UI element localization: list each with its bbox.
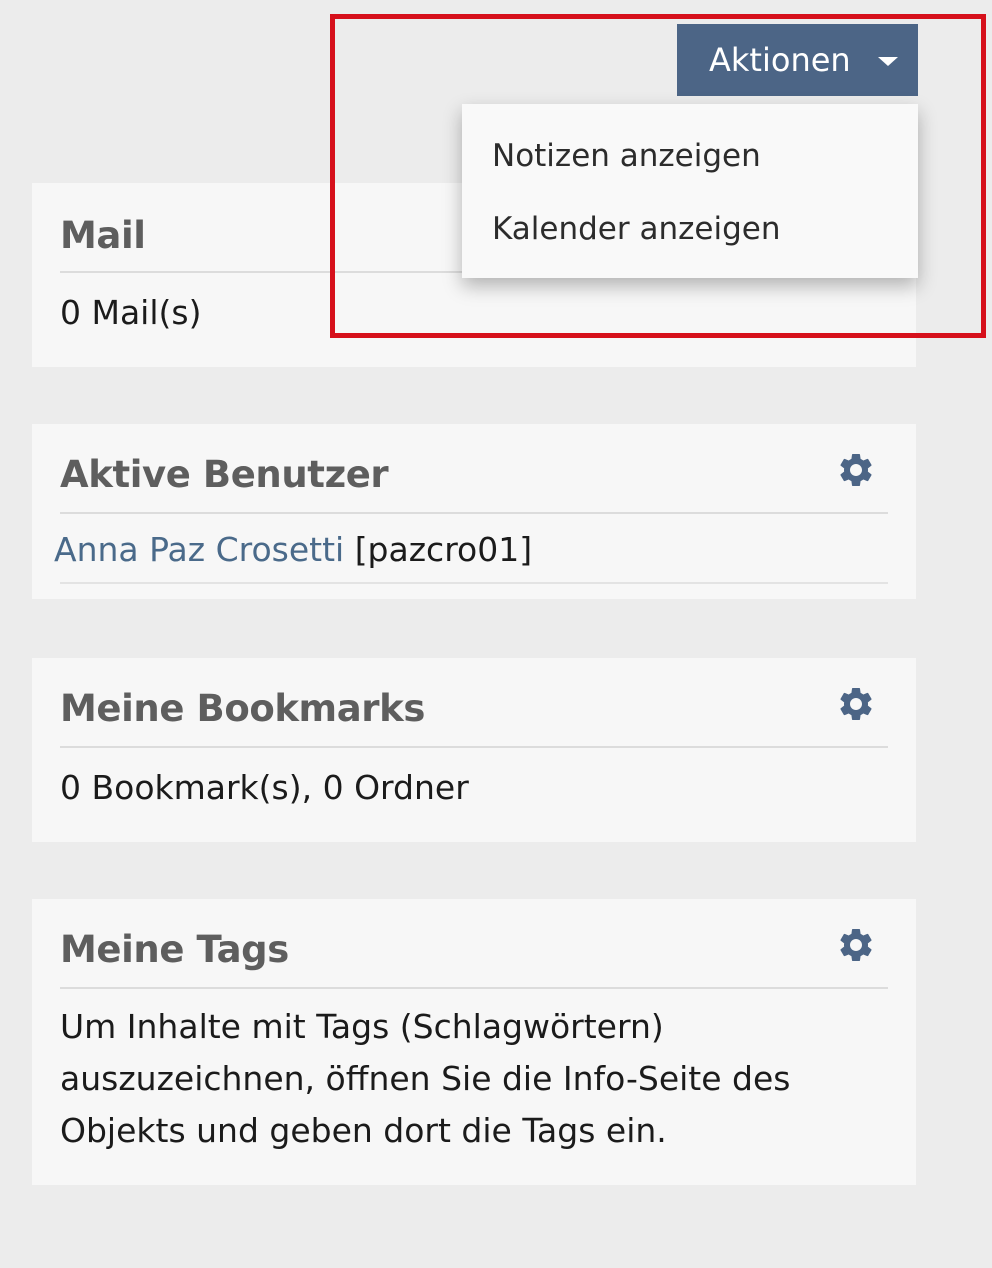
active-users-panel-title: Aktive Benutzer bbox=[60, 453, 389, 496]
bookmarks-count: 0 Bookmark(s), 0 Ordner bbox=[60, 768, 469, 807]
bookmarks-panel-title: Meine Bookmarks bbox=[60, 687, 425, 730]
menu-item-show-notes[interactable]: Notizen anzeigen bbox=[492, 138, 761, 174]
actions-button[interactable]: Aktionen bbox=[677, 24, 918, 96]
caret-down-icon bbox=[878, 57, 898, 66]
row-divider bbox=[60, 582, 888, 584]
actions-dropdown-menu: Notizen anzeigen Kalender anzeigen bbox=[462, 104, 918, 278]
tags-panel-header: Meine Tags bbox=[60, 899, 888, 989]
tags-help-text: Um Inhalte mit Tags (Schlagwörtern) ausz… bbox=[60, 1007, 791, 1151]
mail-count: 0 Mail(s) bbox=[60, 293, 202, 332]
user-link[interactable]: Anna Paz Crosetti bbox=[54, 530, 344, 569]
bookmarks-panel-header: Meine Bookmarks bbox=[60, 658, 888, 748]
active-user-row: Anna Paz Crosetti [pazcro01] bbox=[54, 524, 888, 576]
actions-button-label: Aktionen bbox=[709, 41, 851, 79]
tags-panel: Meine Tags Um Inhalte mit Tags (Schlagwö… bbox=[32, 899, 916, 1185]
gear-icon[interactable] bbox=[836, 684, 876, 724]
bookmarks-panel: Meine Bookmarks 0 Bookmark(s), 0 Ordner bbox=[32, 658, 916, 842]
mail-panel-title: Mail bbox=[60, 214, 146, 257]
tags-panel-title: Meine Tags bbox=[60, 928, 289, 971]
gear-icon[interactable] bbox=[836, 450, 876, 490]
active-users-panel-header: Aktive Benutzer bbox=[60, 424, 888, 514]
menu-item-show-calendar[interactable]: Kalender anzeigen bbox=[492, 211, 780, 247]
gear-icon[interactable] bbox=[836, 925, 876, 965]
user-login: [pazcro01] bbox=[354, 530, 533, 569]
active-users-panel: Aktive Benutzer Anna Paz Crosetti [pazcr… bbox=[32, 424, 916, 599]
